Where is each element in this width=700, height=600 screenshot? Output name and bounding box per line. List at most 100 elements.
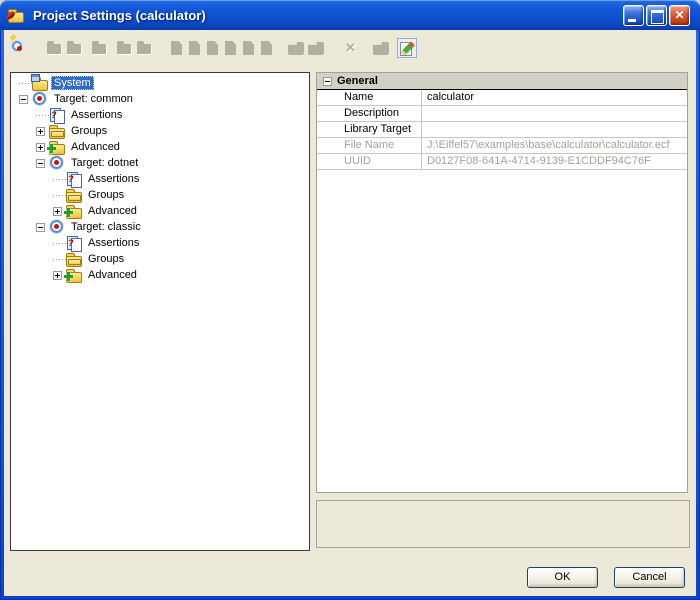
row-gutter bbox=[317, 90, 337, 105]
row-gutter bbox=[317, 122, 337, 137]
property-label[interactable]: Description bbox=[337, 106, 421, 121]
tree-item-label[interactable]: Advanced bbox=[85, 268, 140, 282]
tree-item-system[interactable]: System bbox=[11, 75, 309, 91]
advanced-icon bbox=[66, 267, 82, 283]
titlebar[interactable]: Project Settings (calculator) bbox=[0, 0, 700, 30]
property-row-name[interactable]: Namecalculator bbox=[317, 90, 687, 106]
toolbar-button-tool-13-disabled[interactable] bbox=[287, 38, 307, 58]
tree-item-groups[interactable]: Groups bbox=[11, 187, 309, 203]
tree-item-label[interactable]: Target: classic bbox=[68, 220, 144, 234]
property-rows: NamecalculatorDescriptionLibrary TargetF… bbox=[317, 90, 687, 170]
advanced-icon bbox=[49, 139, 65, 155]
tree-item-label[interactable]: Groups bbox=[85, 188, 127, 202]
toolbar-button-tool-7-disabled[interactable] bbox=[167, 38, 187, 58]
groups-icon bbox=[49, 123, 65, 139]
tree-item-label[interactable]: Groups bbox=[68, 124, 110, 138]
toolbar-button-tool-8-disabled[interactable] bbox=[185, 38, 205, 58]
tree-item-target-dotnet[interactable]: Target: dotnet bbox=[11, 155, 309, 171]
maximize-button-icon[interactable] bbox=[646, 5, 667, 26]
target-icon bbox=[32, 91, 48, 107]
cancel-button[interactable]: Cancel bbox=[614, 567, 685, 588]
tree-item-advanced[interactable]: Advanced bbox=[11, 139, 309, 155]
toolbar-button-tool-5-disabled[interactable] bbox=[115, 38, 135, 58]
toolbar-button-tool-6-disabled[interactable] bbox=[135, 38, 155, 58]
property-value[interactable]: J:\Eiffel57\examples\base\calculator\cal… bbox=[421, 138, 687, 153]
row-gutter bbox=[317, 106, 337, 121]
toolbar-button-tool-11-disabled[interactable] bbox=[239, 38, 259, 58]
tree-item-label[interactable]: Advanced bbox=[85, 204, 140, 218]
toolbar-button-tool-12-disabled[interactable] bbox=[257, 38, 277, 58]
property-value[interactable]: calculator bbox=[421, 90, 687, 105]
toolbar-button-tool-9-disabled[interactable] bbox=[203, 38, 223, 58]
property-label[interactable]: UUID bbox=[337, 154, 421, 169]
section-label: General bbox=[337, 75, 378, 87]
property-row-file-name[interactable]: File NameJ:\Eiffel57\examples\base\calcu… bbox=[317, 138, 687, 154]
groups-icon bbox=[66, 251, 82, 267]
expander-minus-icon[interactable] bbox=[19, 91, 32, 107]
target-icon bbox=[49, 219, 65, 235]
tree-line bbox=[53, 251, 66, 267]
property-row-description[interactable]: Description bbox=[317, 106, 687, 122]
property-grid: General NamecalculatorDescriptionLibrary… bbox=[316, 72, 688, 493]
toolbar-button-tool-10-disabled[interactable] bbox=[221, 38, 241, 58]
project-settings-icon bbox=[8, 7, 24, 23]
row-gutter bbox=[317, 138, 337, 153]
window-title: Project Settings (calculator) bbox=[33, 8, 206, 23]
groups-icon bbox=[66, 187, 82, 203]
toolbar-button-tool-3-disabled[interactable] bbox=[65, 38, 85, 58]
dialog-body: ✦ System Target: common Assertions Groups Ad… bbox=[4, 30, 696, 596]
property-label[interactable]: File Name bbox=[337, 138, 421, 153]
advanced-icon bbox=[66, 203, 82, 219]
toolbar-button-tool-4-disabled[interactable] bbox=[90, 38, 110, 58]
expander-minus-icon[interactable] bbox=[36, 219, 49, 235]
assertions-icon bbox=[49, 107, 65, 123]
window-controls bbox=[623, 5, 690, 26]
property-value[interactable] bbox=[421, 106, 687, 121]
tree-line bbox=[53, 171, 66, 187]
settings-tree[interactable]: System Target: common Assertions Groups Adva… bbox=[10, 72, 310, 551]
property-value[interactable]: D0127F08-641A-4714-9139-E1CDDF94C76F bbox=[421, 154, 687, 169]
tree-item-label[interactable]: Assertions bbox=[85, 172, 142, 186]
toolbar-button-remove-disabled[interactable] bbox=[342, 38, 362, 58]
ok-button[interactable]: OK bbox=[527, 567, 598, 588]
tree-item-target-common[interactable]: Target: common bbox=[11, 91, 309, 107]
tree-item-advanced[interactable]: Advanced bbox=[11, 267, 309, 283]
tree-item-groups[interactable]: Groups bbox=[11, 123, 309, 139]
property-label[interactable]: Name bbox=[337, 90, 421, 105]
property-value[interactable] bbox=[421, 122, 687, 137]
toolbar-button-tool-16-disabled[interactable] bbox=[372, 38, 392, 58]
tree-item-label[interactable]: Target: common bbox=[51, 92, 136, 106]
tree-item-assertions[interactable]: Assertions bbox=[11, 235, 309, 251]
close-button-icon[interactable] bbox=[669, 5, 690, 26]
toolbar-button-edit-file[interactable] bbox=[397, 38, 417, 58]
tree-item-label[interactable]: Groups bbox=[85, 252, 127, 266]
tree-item-advanced[interactable]: Advanced bbox=[11, 203, 309, 219]
toolbar-button-tool-14-disabled[interactable] bbox=[307, 38, 327, 58]
description-panel bbox=[316, 500, 690, 548]
section-header-general[interactable]: General bbox=[317, 73, 687, 90]
row-gutter bbox=[317, 154, 337, 169]
expander-minus-icon[interactable] bbox=[36, 155, 49, 171]
tree-item-label[interactable]: Assertions bbox=[85, 236, 142, 250]
tree-item-label[interactable]: Target: dotnet bbox=[68, 156, 141, 170]
section-collapse-minus-icon[interactable] bbox=[323, 77, 332, 86]
tree-item-groups[interactable]: Groups bbox=[11, 251, 309, 267]
toolbar: ✦ bbox=[4, 30, 696, 66]
property-row-uuid[interactable]: UUIDD0127F08-641A-4714-9139-E1CDDF94C76F bbox=[317, 154, 687, 170]
tree-item-target-classic[interactable]: Target: classic bbox=[11, 219, 309, 235]
expander-plus-icon[interactable] bbox=[36, 123, 49, 139]
assertions-icon bbox=[66, 171, 82, 187]
tree-item-label[interactable]: Advanced bbox=[68, 140, 123, 154]
toolbar-button-tool-2-disabled[interactable] bbox=[45, 38, 65, 58]
tree-item-label[interactable]: System bbox=[51, 76, 94, 90]
project-settings-dialog: Project Settings (calculator) ✦ System Ta… bbox=[0, 0, 700, 600]
toolbar-button-new-target[interactable]: ✦ bbox=[10, 38, 30, 58]
minimize-button-icon[interactable] bbox=[623, 5, 644, 26]
tree-line bbox=[53, 187, 66, 203]
assertions-icon bbox=[66, 235, 82, 251]
tree-item-assertions[interactable]: Assertions bbox=[11, 107, 309, 123]
property-label[interactable]: Library Target bbox=[337, 122, 421, 137]
tree-item-label[interactable]: Assertions bbox=[68, 108, 125, 122]
tree-item-assertions[interactable]: Assertions bbox=[11, 171, 309, 187]
property-row-library-target[interactable]: Library Target bbox=[317, 122, 687, 138]
